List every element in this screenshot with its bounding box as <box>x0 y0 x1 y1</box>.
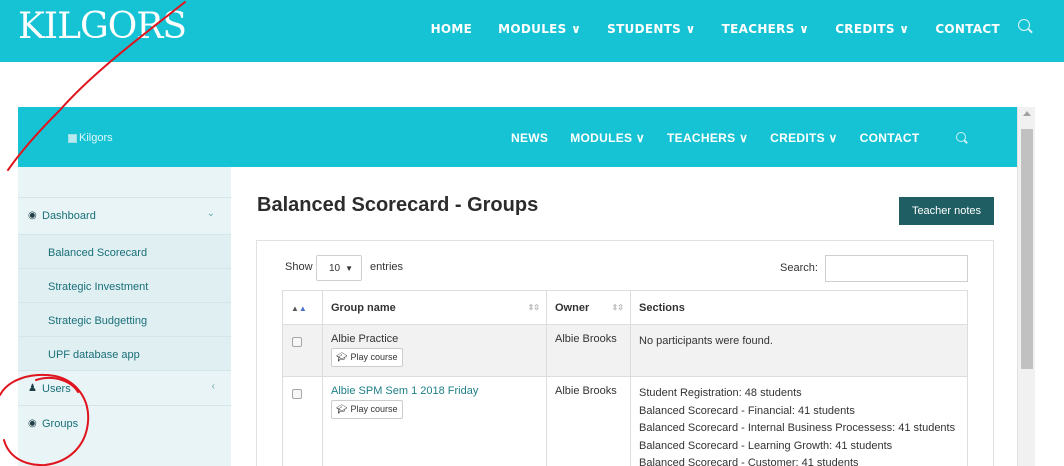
site-logo[interactable]: KILGORS <box>18 6 187 47</box>
sidebar: ◉ Dashboard ⌄ Balanced Scorecard Strateg… <box>18 167 231 466</box>
play-course-button[interactable]: 🎓︎ Play course <box>331 400 404 419</box>
sidebar-item-strategic-budgetting[interactable]: Strategic Budgetting <box>18 302 231 336</box>
outer-header: KILGORS HOME MODULES ∨ STUDENTS ∨ TEACHE… <box>0 0 1064 62</box>
teacher-notes-button[interactable]: Teacher notes <box>899 197 994 225</box>
broken-image-icon <box>68 133 77 143</box>
group-name: Albie Practice <box>331 333 399 345</box>
sidebar-item-label: UPF database app <box>48 349 140 361</box>
row-checkbox[interactable] <box>292 389 302 399</box>
column-label: Owner <box>555 302 590 314</box>
outer-nav-home[interactable]: HOME <box>431 22 473 36</box>
row-checkbox[interactable] <box>292 337 302 347</box>
owner-cell: Albie Brooks <box>546 324 631 377</box>
sort-asc-icon: ▲▲ <box>291 304 307 313</box>
owner-header[interactable]: Owner ⇕⇳ <box>546 290 631 325</box>
sidebar-item-dashboard[interactable]: ◉ Dashboard ⌄ <box>18 197 231 231</box>
sidebar-item-users[interactable]: ♟ Users ‹ <box>18 370 231 404</box>
inner-nav-modules[interactable]: MODULES ∨ <box>570 131 645 145</box>
caret-down-icon: ▼ <box>345 264 353 273</box>
chevron-down-icon: ⌄ <box>206 208 215 219</box>
groups-table: ▲▲ Group name ⇕⇳ Owner ⇕⇳ Sections Albie… <box>282 290 968 466</box>
owner-cell: Albie Brooks <box>546 376 631 466</box>
sections-header: Sections <box>630 290 968 325</box>
section-line: Balanced Scorecard - Financial: 41 stude… <box>639 404 855 417</box>
section-line: Balanced Scorecard - Customer: 41 studen… <box>639 457 859 466</box>
outer-nav-teachers[interactable]: TEACHERS ∨ <box>722 22 810 36</box>
section-line: Balanced Scorecard - Internal Business P… <box>639 422 956 434</box>
scroll-up-arrow-icon[interactable] <box>1023 111 1031 116</box>
row-checkbox-cell <box>282 376 323 466</box>
sidebar-item-label: Groups <box>42 418 79 430</box>
inner-search-icon[interactable] <box>956 132 966 142</box>
groups-icon: ◉ <box>28 418 37 429</box>
inner-nav: NEWS MODULES ∨ TEACHERS ∨ CREDITS ∨ CONT… <box>511 131 920 145</box>
inner-nav-credits[interactable]: CREDITS ∨ <box>770 131 838 145</box>
sidebar-item-upf-database[interactable]: UPF database app <box>18 336 231 370</box>
play-course-label: Play course <box>350 404 398 414</box>
sidebar-item-label: Balanced Scorecard <box>48 247 148 259</box>
sidebar-item-label: Strategic Budgetting <box>48 315 148 327</box>
section-line: Student Registration: 48 students <box>639 387 802 399</box>
sort-icon: ⇕⇳ <box>527 303 540 312</box>
page-scrollbar[interactable] <box>1017 107 1035 466</box>
scroll-thumb[interactable] <box>1021 129 1033 369</box>
inner-nav-contact[interactable]: CONTACT <box>860 131 920 145</box>
inner-nav-teachers[interactable]: TEACHERS ∨ <box>667 131 748 145</box>
group-cell: Albie Practice 🎓︎ Play course <box>322 324 547 377</box>
outer-nav-contact[interactable]: CONTACT <box>935 22 1000 36</box>
play-course-button[interactable]: 🎓︎ Play course <box>331 348 404 367</box>
sidebar-item-balanced-scorecard[interactable]: Balanced Scorecard <box>18 234 231 268</box>
column-label: Sections <box>639 302 685 314</box>
entries-select[interactable]: 10 ▼ <box>316 255 362 281</box>
inner-header: Kilgors NEWS MODULES ∨ TEACHERS ∨ CREDIT… <box>18 107 1017 167</box>
entries-label: entries <box>370 261 404 273</box>
column-label: Group name <box>331 302 396 314</box>
entries-select-value: 10 <box>329 263 341 274</box>
table-row: Albie SPM Sem 1 2018 Friday 🎓︎ Play cours… <box>282 376 968 466</box>
group-cell: Albie SPM Sem 1 2018 Friday 🎓︎ Play cours… <box>322 376 547 466</box>
play-course-label: Play course <box>350 352 398 362</box>
table-header-row: ▲▲ Group name ⇕⇳ Owner ⇕⇳ Sections <box>282 290 968 325</box>
inner-nav-news[interactable]: NEWS <box>511 131 548 145</box>
sections-cell: No participants were found. <box>630 324 968 377</box>
graduation-cap-icon: 🎓︎ <box>336 404 348 414</box>
sort-icon: ⇕⇳ <box>611 303 624 312</box>
sidebar-item-label: Users <box>42 383 71 395</box>
graduation-cap-icon: 🎓︎ <box>336 352 348 362</box>
select-column-header[interactable]: ▲▲ <box>282 290 323 325</box>
sidebar-item-label: Strategic Investment <box>48 281 149 293</box>
group-name-link[interactable]: Albie SPM Sem 1 2018 Friday <box>331 385 538 397</box>
sidebar-item-groups[interactable]: ◉ Groups <box>18 405 231 439</box>
sidebar-item-label: Dashboard <box>42 210 96 222</box>
outer-nav: HOME MODULES ∨ STUDENTS ∨ TEACHERS ∨ CRE… <box>431 22 1000 36</box>
user-icon: ♟ <box>28 383 37 394</box>
show-label: Show <box>285 261 313 273</box>
search-label: Search: <box>780 262 818 274</box>
page-title: Balanced Scorecard - Groups <box>257 194 539 216</box>
outer-nav-credits[interactable]: CREDITS ∨ <box>835 22 909 36</box>
sections-cell: Student Registration: 48 students Balanc… <box>630 376 968 466</box>
inner-logo[interactable]: Kilgors <box>68 132 113 144</box>
row-checkbox-cell <box>282 324 323 377</box>
search-input[interactable] <box>825 255 968 282</box>
group-name-header[interactable]: Group name ⇕⇳ <box>322 290 547 325</box>
section-line: No participants were found. <box>639 335 773 347</box>
search-icon[interactable] <box>1018 19 1030 31</box>
inner-logo-alt: Kilgors <box>79 132 113 144</box>
section-line: Balanced Scorecard - Learning Growth: 41… <box>639 439 893 452</box>
table-row: Albie Practice 🎓︎ Play course Albie Brook… <box>282 324 968 377</box>
outer-nav-students[interactable]: STUDENTS ∨ <box>607 22 696 36</box>
outer-nav-modules[interactable]: MODULES ∨ <box>498 22 581 36</box>
sidebar-item-strategic-investment[interactable]: Strategic Investment <box>18 268 231 302</box>
dashboard-icon: ◉ <box>28 210 37 221</box>
chevron-left-icon: ‹ <box>211 381 215 392</box>
